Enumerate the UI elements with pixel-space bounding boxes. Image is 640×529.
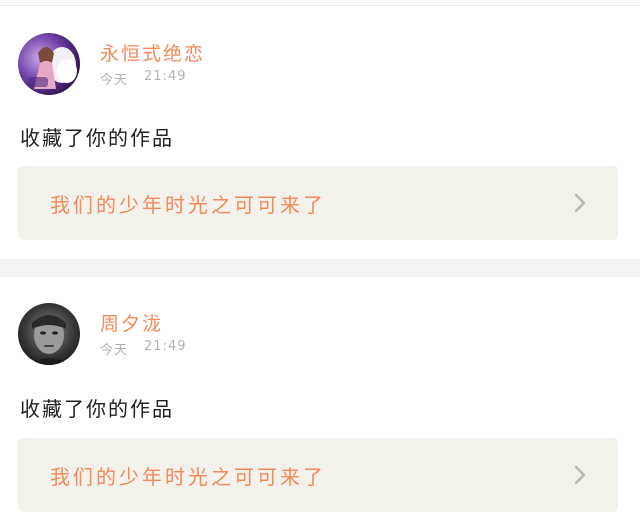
chevron-right-icon [574,193,586,213]
time-day: 今天 [100,72,129,88]
username[interactable]: 周夕泷 [100,311,186,337]
avatar-image [18,33,80,95]
work-link[interactable]: 我们的少年时光之可可来了 [18,438,618,512]
time-clock: 21:49 [144,68,187,84]
timestamp: 今天 21:49 [100,339,186,358]
avatar[interactable] [18,303,80,365]
time-day: 今天 [100,342,129,358]
work-link[interactable]: 我们的少年时光之可可来了 [18,166,618,240]
chevron-right-icon [574,465,586,485]
action-text: 收藏了你的作品 [20,126,174,150]
avatar[interactable] [18,33,80,95]
avatar-image [18,303,80,365]
time-clock: 21:49 [144,338,187,354]
feed-item: 永恒式绝恋 今天 21:49 收藏了你的作品 我们的少年时光之可可来了 [0,6,640,259]
action-text: 收藏了你的作品 [20,397,174,421]
username[interactable]: 永恒式绝恋 [100,41,205,67]
section-divider [0,259,640,277]
feed-item-header: 周夕泷 今天 21:49 [18,303,186,365]
feed-item: 周夕泷 今天 21:49 收藏了你的作品 我们的少年时光之可可来了 [0,277,640,529]
timestamp: 今天 21:49 [100,69,205,88]
feed-item-header: 永恒式绝恋 今天 21:49 [18,33,205,95]
work-title: 我们的少年时光之可可来了 [50,192,326,217]
work-title: 我们的少年时光之可可来了 [50,464,326,489]
